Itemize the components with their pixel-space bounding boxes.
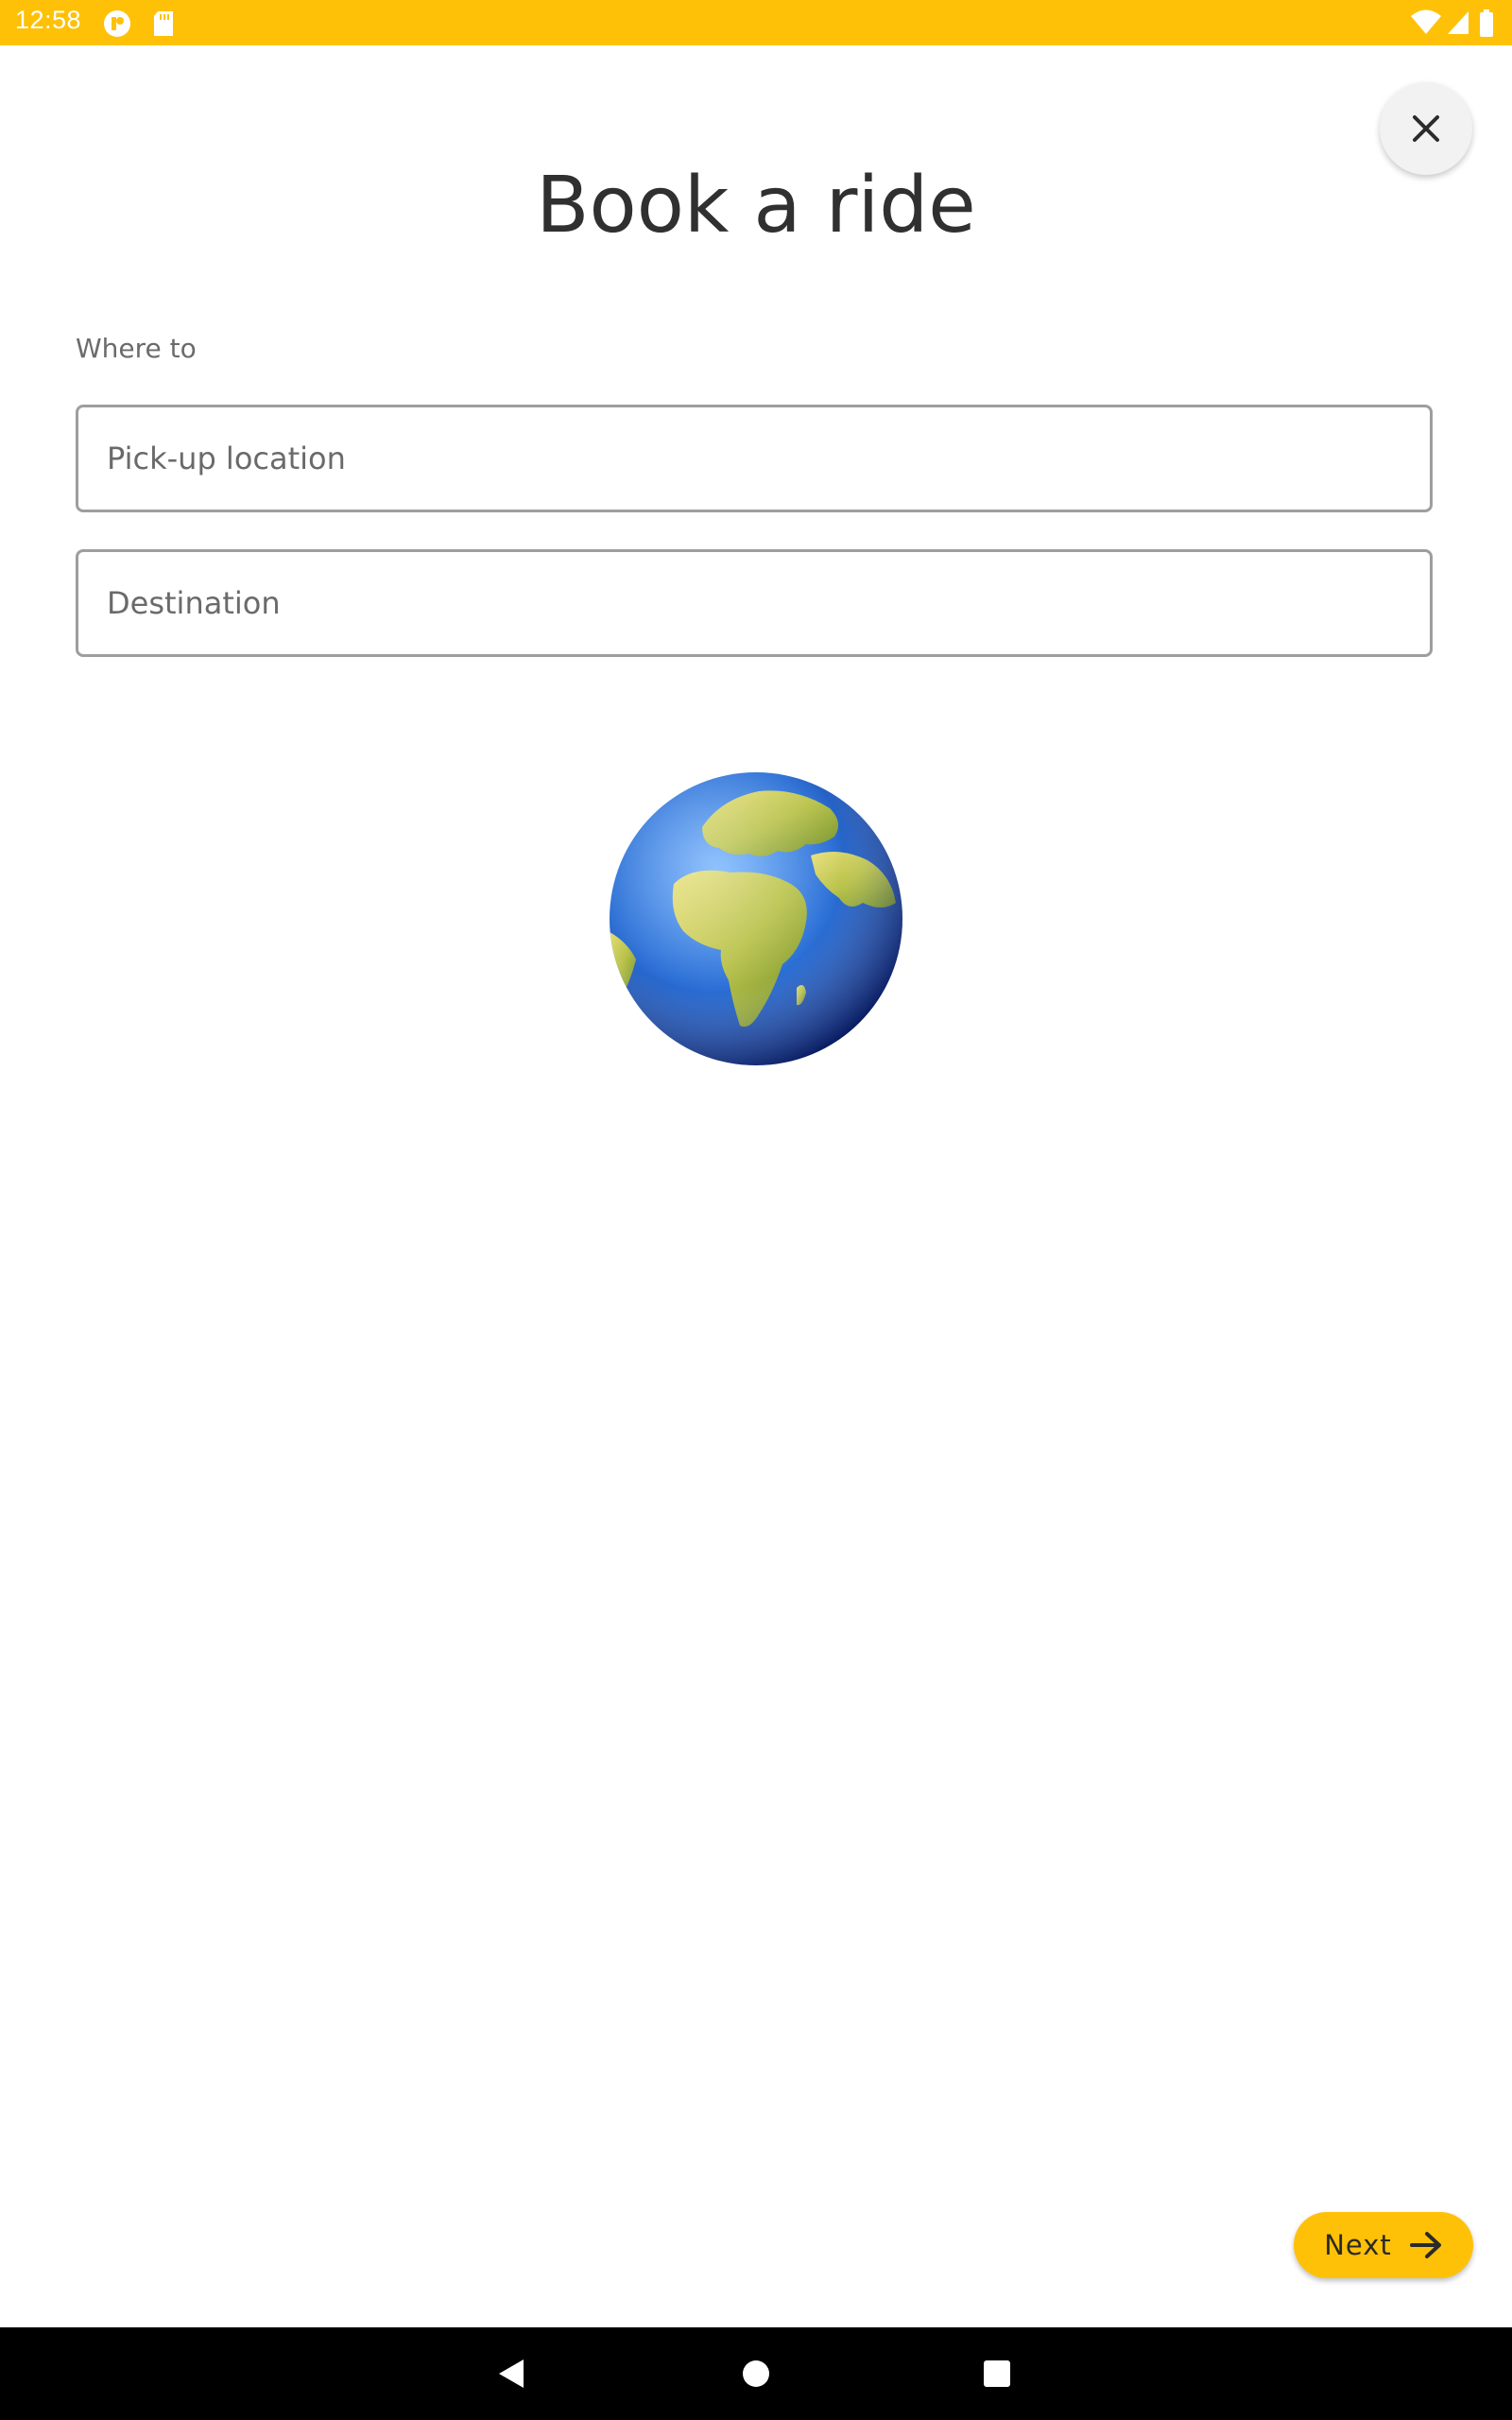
status-time: 12:58 xyxy=(15,6,82,34)
close-icon xyxy=(1413,115,1439,142)
wifi-icon xyxy=(1411,9,1441,34)
sd-card-icon xyxy=(154,11,173,36)
pickup-field[interactable] xyxy=(76,405,1433,512)
destination-input[interactable] xyxy=(78,552,1430,654)
destination-field[interactable] xyxy=(76,549,1433,657)
back-button[interactable] xyxy=(464,2327,558,2420)
status-bar: 12:58 xyxy=(0,0,1512,45)
pickup-input[interactable] xyxy=(78,407,1430,510)
home-icon xyxy=(743,2360,769,2387)
next-label: Next xyxy=(1324,2229,1392,2261)
notification-app-icon xyxy=(104,10,130,37)
battery-icon xyxy=(1480,9,1493,37)
back-icon xyxy=(499,2360,524,2388)
home-button[interactable] xyxy=(709,2327,803,2420)
recents-button[interactable] xyxy=(950,2327,1044,2420)
globe-icon xyxy=(610,772,902,1065)
navigation-bar xyxy=(0,2327,1512,2420)
page-title: Book a ride xyxy=(536,161,976,251)
where-to-label: Where to xyxy=(76,333,197,364)
cell-signal-icon xyxy=(1448,11,1469,34)
next-button[interactable]: Next xyxy=(1294,2212,1473,2278)
arrow-right-icon xyxy=(1409,2232,1441,2258)
recents-icon xyxy=(984,2360,1010,2387)
